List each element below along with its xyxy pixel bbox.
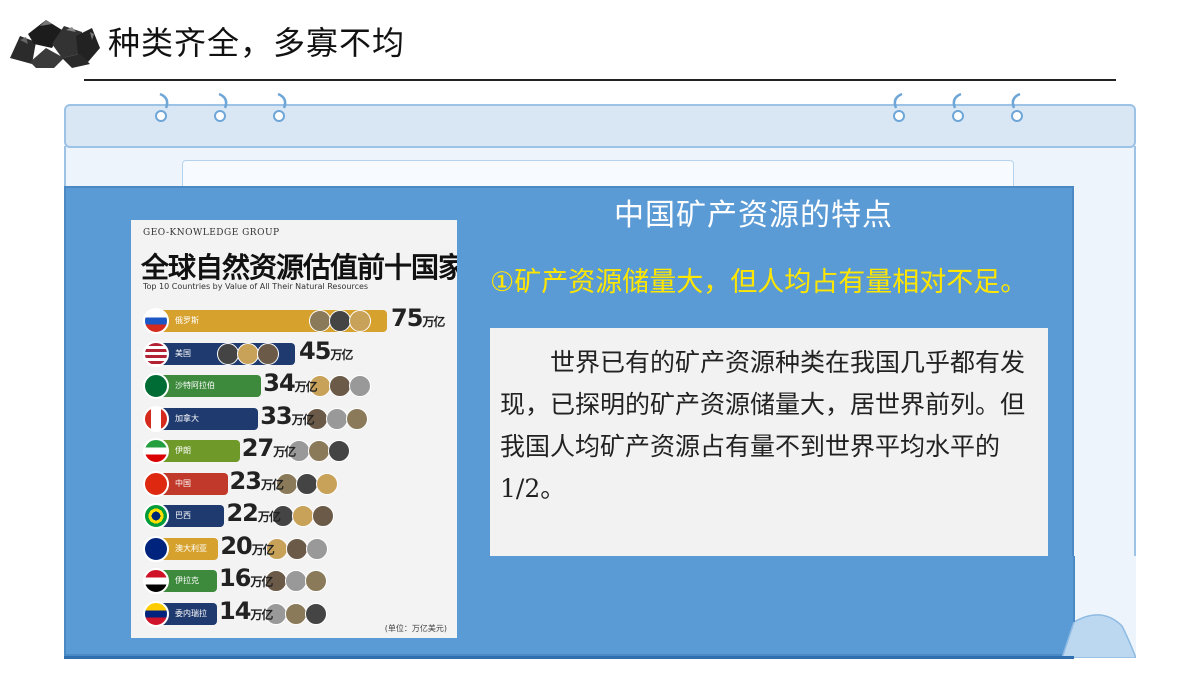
title-underline — [84, 79, 1116, 81]
country-name: 澳大利亚 — [175, 543, 207, 553]
country-flag-icon — [143, 405, 169, 432]
country-flag-icon — [143, 373, 169, 399]
country-flag-icon — [143, 308, 169, 334]
page-title: 种类齐全，多寡不均 — [108, 24, 406, 62]
binder-ring-icon — [893, 92, 905, 122]
country-name: 伊拉克 — [175, 576, 199, 585]
country-flag-icon — [143, 438, 169, 464]
infographic-group: GEO-KNOWLEDGE GROUP — [143, 228, 280, 238]
infographic-title: 全球自然资源估值前十国家 — [141, 251, 457, 284]
resource-icon — [257, 342, 279, 365]
country-name: 中国 — [175, 478, 191, 488]
country-flag-icon — [143, 600, 169, 627]
ranking-row: 巴西 22万亿 — [143, 499, 443, 529]
description-paragraph: 世界已有的矿产资源种类在我国几乎都有发现，已探明的矿产资源储量大，居世界前列。但… — [500, 348, 1026, 503]
ranking-row: 伊朗 27万亿 — [143, 434, 443, 464]
country-flag-icon — [143, 503, 169, 529]
resource-icon — [326, 407, 349, 430]
sub-heading: ①矿产资源储量大，但人均占有量相对不足。 — [490, 267, 1028, 298]
resource-icon — [285, 602, 307, 625]
page-curl-decoration — [1062, 556, 1136, 658]
panel-bottom-border — [64, 656, 1074, 659]
country-name: 巴西 — [175, 511, 191, 520]
ranking-bar — [157, 440, 240, 462]
ranking-row: 美国 45万亿 — [143, 337, 443, 367]
ranking-row: 沙特阿拉伯 34万亿 — [143, 369, 443, 399]
resource-icon — [292, 505, 315, 527]
resource-icon — [312, 505, 335, 527]
ranking-value: 14万亿 — [219, 596, 273, 625]
resource-icon — [349, 310, 371, 332]
country-flag-icon — [143, 470, 169, 497]
infographic-unit-note: (单位：万亿美元) — [384, 624, 447, 633]
ranking-bar — [157, 407, 259, 430]
resource-icon — [309, 310, 331, 332]
country-flag-icon — [143, 340, 169, 367]
country-name: 伊朗 — [175, 446, 191, 455]
country-name: 沙特阿拉伯 — [175, 381, 215, 390]
description-box: 世界已有的矿产资源种类在我国几乎都有发现，已探明的矿产资源储量大，居世界前列。但… — [490, 328, 1048, 556]
resource-icon — [286, 537, 309, 560]
binder-ring-icon — [1011, 92, 1023, 122]
ranking-value: 33万亿 — [260, 401, 314, 430]
resource-icon — [285, 570, 307, 592]
resource-icon — [295, 472, 318, 495]
infographic-subtitle: Top 10 Countries by Value of All Their N… — [143, 282, 369, 291]
ranking-value: 34万亿 — [263, 369, 317, 397]
binder-ring-icon — [273, 92, 287, 122]
country-name: 委内瑞拉 — [175, 608, 207, 618]
ranking-value: 22万亿 — [226, 499, 280, 527]
resource-icon — [329, 375, 352, 397]
ranking-row: 澳大利亚 20万亿 — [143, 532, 443, 562]
binder-ring-icon — [155, 92, 169, 122]
resource-icon — [217, 342, 239, 365]
ranking-row: 俄罗斯 75万亿 — [143, 304, 445, 334]
ranking-row: 加拿大 33万亿 — [143, 402, 443, 432]
country-flag-icon — [143, 535, 169, 562]
resource-icon — [315, 472, 338, 495]
ranking-row: 伊拉克 16万亿 — [143, 564, 443, 594]
binder-ring-icon — [952, 92, 964, 122]
resource-icon — [305, 570, 327, 592]
resource-icon — [307, 440, 330, 462]
ranking-value: 23万亿 — [229, 466, 284, 495]
ranking-value: 45万亿 — [299, 336, 353, 365]
country-name: 俄罗斯 — [175, 316, 199, 325]
ranking-value: 75万亿 — [391, 304, 445, 332]
resource-icon — [349, 375, 372, 397]
resource-icon — [306, 537, 329, 560]
ranking-value: 27万亿 — [241, 434, 296, 462]
country-name: 美国 — [175, 348, 191, 358]
resource-icon — [327, 440, 350, 462]
resource-icon — [305, 602, 327, 625]
resource-icon — [346, 407, 369, 430]
resource-icon — [237, 342, 259, 365]
ranking-value: 20万亿 — [220, 531, 274, 560]
main-heading: 中国矿产资源的特点 — [614, 198, 893, 233]
country-name: 加拿大 — [175, 413, 199, 423]
resource-ranking-infographic: GEO-KNOWLEDGE GROUP 全球自然资源估值前十国家 Top 10 … — [131, 220, 457, 638]
ranking-value: 16万亿 — [219, 564, 273, 592]
country-flag-icon — [143, 568, 169, 594]
resource-icon — [329, 310, 351, 332]
ranking-row: 中国 23万亿 — [143, 467, 443, 497]
coal-icon — [10, 20, 100, 68]
binder-ring-icon — [214, 92, 228, 122]
